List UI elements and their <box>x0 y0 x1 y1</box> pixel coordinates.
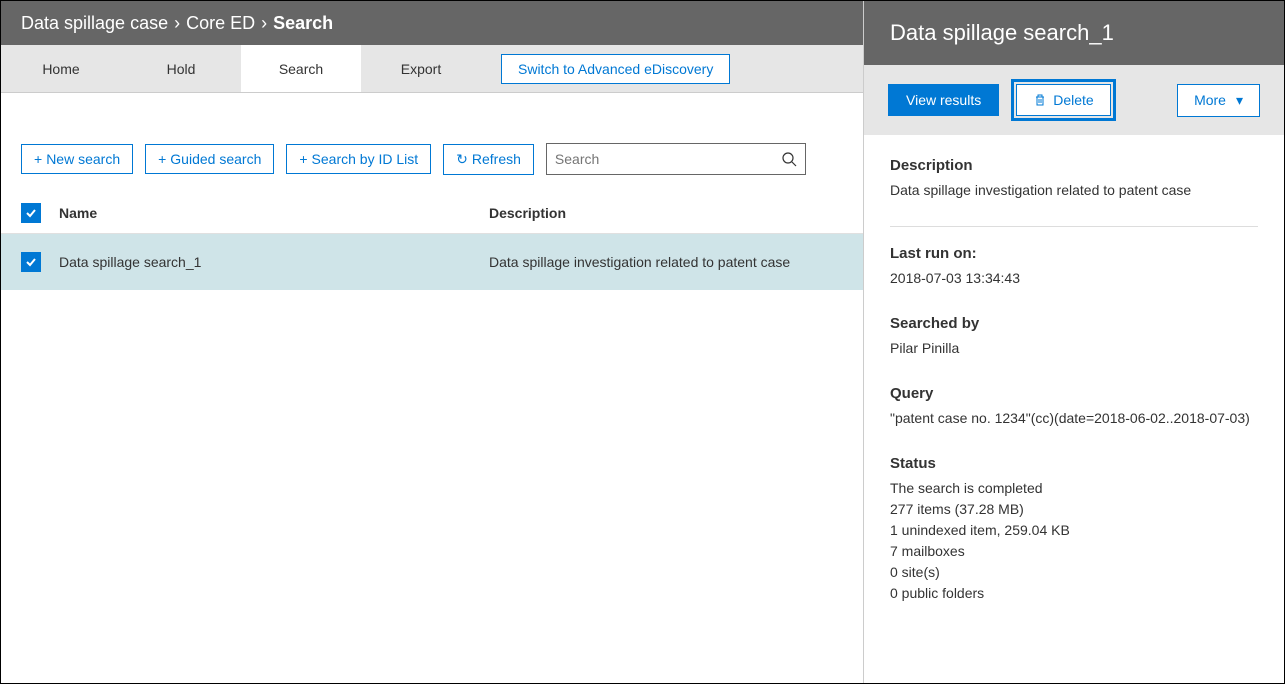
breadcrumb-crumb-2[interactable]: Core ED <box>186 13 255 34</box>
status-heading: Status <box>890 455 1258 472</box>
breadcrumb: Data spillage case › Core ED › Search <box>1 1 863 45</box>
search-by-id-button[interactable]: + Search by ID List <box>286 144 431 174</box>
refresh-icon: ↻ <box>456 151 468 168</box>
refresh-label: Refresh <box>472 151 521 167</box>
more-button[interactable]: More ▾ <box>1177 84 1260 117</box>
status-line: 1 unindexed item, 259.04 KB <box>890 520 1258 541</box>
status-line: 7 mailboxes <box>890 541 1258 562</box>
row-name: Data spillage search_1 <box>59 254 489 270</box>
select-all-checkbox[interactable] <box>21 203 41 223</box>
panel-title: Data spillage search_1 <box>864 1 1284 65</box>
column-header-description[interactable]: Description <box>489 205 843 221</box>
plus-icon: + <box>299 151 307 167</box>
guided-search-button[interactable]: + Guided search <box>145 144 274 174</box>
description-heading: Description <box>890 157 1258 174</box>
delete-button[interactable]: Delete <box>1016 84 1110 116</box>
new-search-button[interactable]: + New search <box>21 144 133 174</box>
table-row[interactable]: Data spillage search_1 Data spillage inv… <box>1 233 863 290</box>
column-header-name[interactable]: Name <box>59 205 489 221</box>
tab-export[interactable]: Export <box>361 45 481 92</box>
last-run-value: 2018-07-03 13:34:43 <box>890 268 1258 289</box>
tab-search[interactable]: Search <box>241 45 361 92</box>
search-input[interactable] <box>555 151 755 167</box>
chevron-right-icon: › <box>174 13 180 34</box>
delete-label: Delete <box>1053 92 1093 108</box>
check-icon <box>25 207 37 219</box>
check-icon <box>25 256 37 268</box>
tab-bar: Home Hold Search Export Switch to Advanc… <box>1 45 863 93</box>
query-value: "patent case no. 1234"(cc)(date=2018-06-… <box>890 408 1258 429</box>
search-box[interactable] <box>546 143 806 175</box>
new-search-label: New search <box>46 151 120 167</box>
search-by-id-label: Search by ID List <box>312 151 419 167</box>
search-icon <box>781 151 797 167</box>
breadcrumb-crumb-3: Search <box>273 13 333 34</box>
tab-hold[interactable]: Hold <box>121 45 241 92</box>
row-description: Data spillage investigation related to p… <box>489 254 843 270</box>
searched-by-value: Pilar Pinilla <box>890 338 1258 359</box>
guided-search-label: Guided search <box>170 151 261 167</box>
status-line: 0 public folders <box>890 583 1258 604</box>
panel-actions: View results Delete More ▾ <box>864 65 1284 135</box>
panel-details: Description Data spillage investigation … <box>864 135 1284 626</box>
plus-icon: + <box>158 151 166 167</box>
table-header: Name Description <box>1 193 863 233</box>
last-run-heading: Last run on: <box>890 245 1258 262</box>
more-label: More <box>1194 92 1226 108</box>
switch-advanced-button[interactable]: Switch to Advanced eDiscovery <box>501 54 730 84</box>
divider <box>890 226 1258 227</box>
delete-highlight: Delete <box>1011 79 1115 121</box>
description-value: Data spillage investigation related to p… <box>890 180 1258 201</box>
query-heading: Query <box>890 385 1258 402</box>
breadcrumb-crumb-1[interactable]: Data spillage case <box>21 13 168 34</box>
view-results-button[interactable]: View results <box>888 84 999 116</box>
row-checkbox[interactable] <box>21 252 41 272</box>
chevron-right-icon: › <box>261 13 267 34</box>
refresh-button[interactable]: ↻ Refresh <box>443 144 534 175</box>
searched-by-heading: Searched by <box>890 315 1258 332</box>
status-value: The search is completed 277 items (37.28… <box>890 478 1258 604</box>
tab-home[interactable]: Home <box>1 45 121 92</box>
toolbar: + New search + Guided search + Search by… <box>1 93 863 193</box>
trash-icon <box>1033 93 1047 107</box>
status-line: 277 items (37.28 MB) <box>890 499 1258 520</box>
chevron-down-icon: ▾ <box>1236 92 1243 109</box>
status-line: 0 site(s) <box>890 562 1258 583</box>
plus-icon: + <box>34 151 42 167</box>
status-line: The search is completed <box>890 478 1258 499</box>
